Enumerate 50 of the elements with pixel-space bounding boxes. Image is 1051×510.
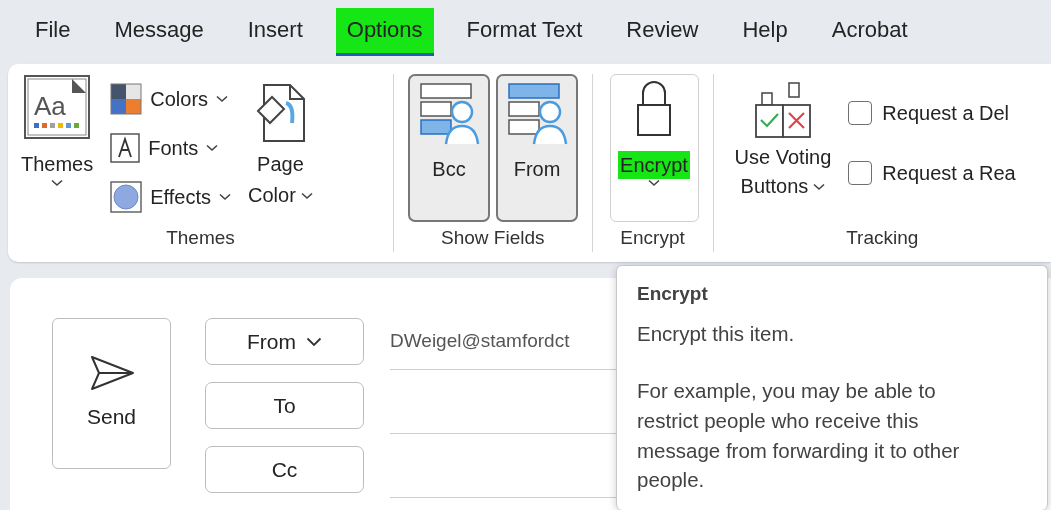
chevron-icon — [648, 179, 660, 187]
chevron-icon — [216, 94, 229, 103]
chevron-icon — [306, 336, 322, 347]
checkbox-option[interactable]: Request a Del — [848, 98, 1016, 128]
menu-tab[interactable]: Message — [103, 8, 215, 56]
group-label: Tracking — [845, 225, 920, 250]
fields-person-icon — [506, 82, 569, 146]
page-color-button[interactable]: Page Color — [245, 74, 316, 222]
bcc-button[interactable]: Bcc — [408, 74, 491, 222]
send-button[interactable]: Send — [52, 318, 171, 469]
from-button[interactable]: From — [496, 74, 579, 222]
tooltip-title: Encrypt — [637, 282, 709, 306]
tooltip-text: Encrypt this item. — [637, 320, 796, 347]
address-field-button[interactable]: Cc — [205, 446, 364, 493]
fields-person-icon — [418, 82, 481, 146]
menu-tab[interactable]: Help — [731, 8, 799, 56]
address-field-button[interactable]: To — [205, 382, 364, 429]
checkbox-option[interactable]: Request a Rea — [848, 158, 1016, 188]
themes-button[interactable]: Aa Themes — [18, 74, 97, 222]
color-dots-icon — [34, 123, 80, 128]
menu-tab[interactable]: Options — [335, 8, 434, 56]
color-swatch-icon — [110, 82, 143, 115]
tooltip-text: For example, you may be able to restrict people who receive this message from forwarding it to other people. — [637, 378, 961, 494]
chevron-icon — [300, 191, 313, 200]
menu-tab[interactable]: Acrobat — [820, 8, 919, 56]
sender-address: DWeigel@stamfordct — [390, 328, 570, 353]
voting-buttons-button[interactable]: Use Voting Buttons — [731, 74, 835, 222]
group-label: Encrypt — [619, 225, 686, 250]
group-label: Show Fields — [440, 225, 546, 250]
menu-tab[interactable]: Insert — [236, 8, 314, 56]
chevron-icon — [206, 143, 219, 152]
fonts-button[interactable]: Fonts — [108, 130, 234, 165]
colors-button[interactable]: Colors — [108, 80, 234, 117]
page-bucket-icon — [254, 83, 307, 143]
effects-button[interactable]: Effects — [108, 178, 234, 215]
group-label: Themes — [165, 225, 236, 250]
menu-tab[interactable]: Format Text — [455, 8, 594, 56]
ballot-box-icon — [753, 81, 812, 139]
page-frame-icon — [24, 75, 91, 139]
chevron-icon — [219, 192, 232, 201]
chevron-icon — [813, 182, 826, 191]
chevron-icon — [51, 179, 64, 187]
menu-tab[interactable]: File — [24, 8, 82, 56]
send-icon — [88, 354, 135, 391]
encrypt-button[interactable]: Encrypt — [609, 74, 699, 222]
themes-icon-text: Aa — [34, 91, 66, 121]
menu-tab[interactable]: Review — [615, 8, 710, 56]
lock-icon — [636, 79, 672, 137]
font-icon — [110, 132, 141, 163]
address-field-button[interactable]: From — [205, 318, 364, 365]
